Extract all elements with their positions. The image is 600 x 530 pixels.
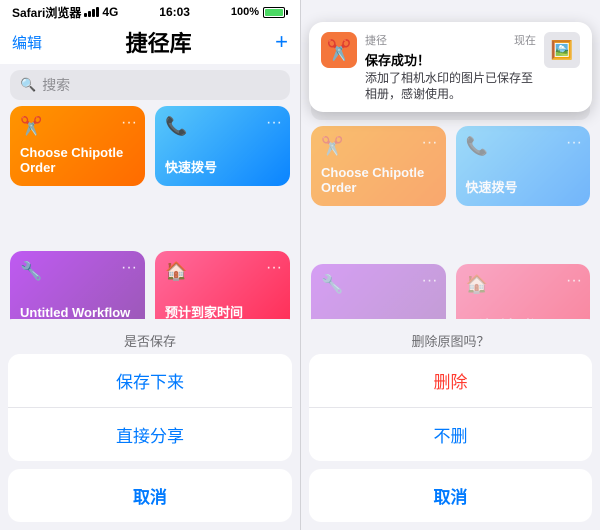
nav-bar-left: 编辑 捷径库 + — [0, 22, 300, 64]
shortcut-more-chipotle[interactable]: ··· — [121, 114, 137, 132]
notif-app-name: 捷径 — [365, 32, 387, 48]
shortcut-more-dial-r[interactable]: ··· — [566, 134, 582, 152]
search-icon: 🔍 — [20, 77, 36, 93]
shortcut-choose-chipotle[interactable]: ✂️ ··· Choose Chipotle Order — [10, 106, 145, 186]
notif-time: 现在 — [514, 32, 536, 48]
sheet-container-right: 删除原图吗？ 删除 不删 取消 — [301, 319, 600, 530]
carrier-text: Safari浏览器 — [12, 4, 81, 21]
notif-app-icon: ✂️ — [321, 32, 357, 68]
shortcut-more-workflow[interactable]: ··· — [121, 259, 137, 277]
shortcut-icon-dial: 📞 — [165, 116, 187, 137]
bottom-sheet-right: 删除原图吗？ 删除 不删 取消 — [301, 365, 600, 530]
shortcut-more-workflow-r[interactable]: ··· — [422, 272, 438, 290]
shortcut-icon-workflow: 🔧 — [20, 261, 42, 282]
shortcut-label-chipotle-r: Choose Chipotle Order — [321, 165, 436, 196]
share-button[interactable]: 直接分享 — [8, 407, 292, 461]
notif-header: 捷径 现在 — [365, 32, 536, 48]
shortcut-icon-chipotle: ✂️ — [20, 116, 42, 137]
right-phone-panel: ✂️ 捷径 现在 保存成功！ 添加了相机水印的图片已保存至相册，感谢使用。 🖼️… — [300, 0, 600, 530]
status-time: 16:03 — [159, 5, 190, 19]
status-bar-left: Safari浏览器 4G 16:03 100% — [0, 0, 300, 22]
sheet-container-left: 是否保存 保存下来 直接分享 取消 — [0, 319, 300, 530]
battery-percent: 100% — [231, 6, 259, 18]
shortcut-label-chipotle: Choose Chipotle Order — [20, 145, 135, 176]
shortcut-icon-eta: 🏠 — [165, 261, 187, 282]
page-title-left: 捷径库 — [126, 26, 192, 58]
bottom-sheet-left: 是否保存 保存下来 直接分享 取消 — [0, 365, 300, 530]
shortcut-icon-chipotle-r: ✂️ — [321, 136, 343, 157]
shortcut-choose-chipotle-r[interactable]: ✂️ ··· Choose Chipotle Order — [311, 126, 446, 206]
keep-button[interactable]: 不删 — [309, 407, 592, 461]
search-bar-left[interactable]: 🔍 搜索 — [10, 70, 290, 100]
sheet-actions-right: 删除 不删 — [309, 354, 592, 461]
notif-content: 捷径 现在 保存成功！ 添加了相机水印的图片已保存至相册，感谢使用。 — [365, 32, 536, 102]
cancel-button-left[interactable]: 取消 — [8, 469, 292, 522]
shortcut-icon-eta-r: 🏠 — [466, 274, 488, 295]
sheet-title-right: 删除原图吗？ — [301, 319, 600, 354]
search-placeholder: 搜索 — [42, 75, 70, 95]
sheet-actions-left: 保存下来 直接分享 — [8, 354, 292, 461]
delete-button[interactable]: 删除 — [309, 354, 592, 407]
cancel-button-right[interactable]: 取消 — [309, 469, 592, 522]
notification-banner: ✂️ 捷径 现在 保存成功！ 添加了相机水印的图片已保存至相册，感谢使用。 🖼️ — [309, 22, 592, 112]
shortcut-label-dial-r: 快速拨号 — [466, 180, 581, 196]
notif-thumbnail: 🖼️ — [544, 32, 580, 68]
shortcut-more-chipotle-r[interactable]: ··· — [422, 134, 438, 152]
shortcut-quick-dial-r[interactable]: 📞 ··· 快速拨号 — [456, 126, 591, 206]
save-button[interactable]: 保存下来 — [8, 354, 292, 407]
shortcut-icon-workflow-r: 🔧 — [321, 274, 343, 295]
add-button[interactable]: + — [275, 31, 288, 53]
shortcut-icon-dial-r: 📞 — [466, 136, 488, 157]
edit-button[interactable]: 编辑 — [12, 32, 42, 53]
shortcut-more-eta[interactable]: ··· — [266, 259, 282, 277]
notif-body: 添加了相机水印的图片已保存至相册，感谢使用。 — [365, 71, 536, 102]
shortcut-label-dial: 快速拨号 — [165, 160, 280, 176]
left-phone-panel: Safari浏览器 4G 16:03 100% 编辑 捷径库 + — [0, 0, 300, 530]
shortcut-more-dial[interactable]: ··· — [266, 114, 282, 132]
shortcut-quick-dial[interactable]: 📞 ··· 快速拨号 — [155, 106, 290, 186]
status-right: 100% — [231, 6, 288, 18]
notif-title: 保存成功！ — [365, 50, 536, 69]
shortcut-more-eta-r[interactable]: ··· — [566, 272, 582, 290]
signal-bars — [84, 7, 99, 17]
status-left: Safari浏览器 4G — [12, 4, 118, 21]
battery-icon — [263, 7, 288, 18]
network-type: 4G — [102, 5, 118, 19]
sheet-title-left: 是否保存 — [0, 319, 300, 354]
